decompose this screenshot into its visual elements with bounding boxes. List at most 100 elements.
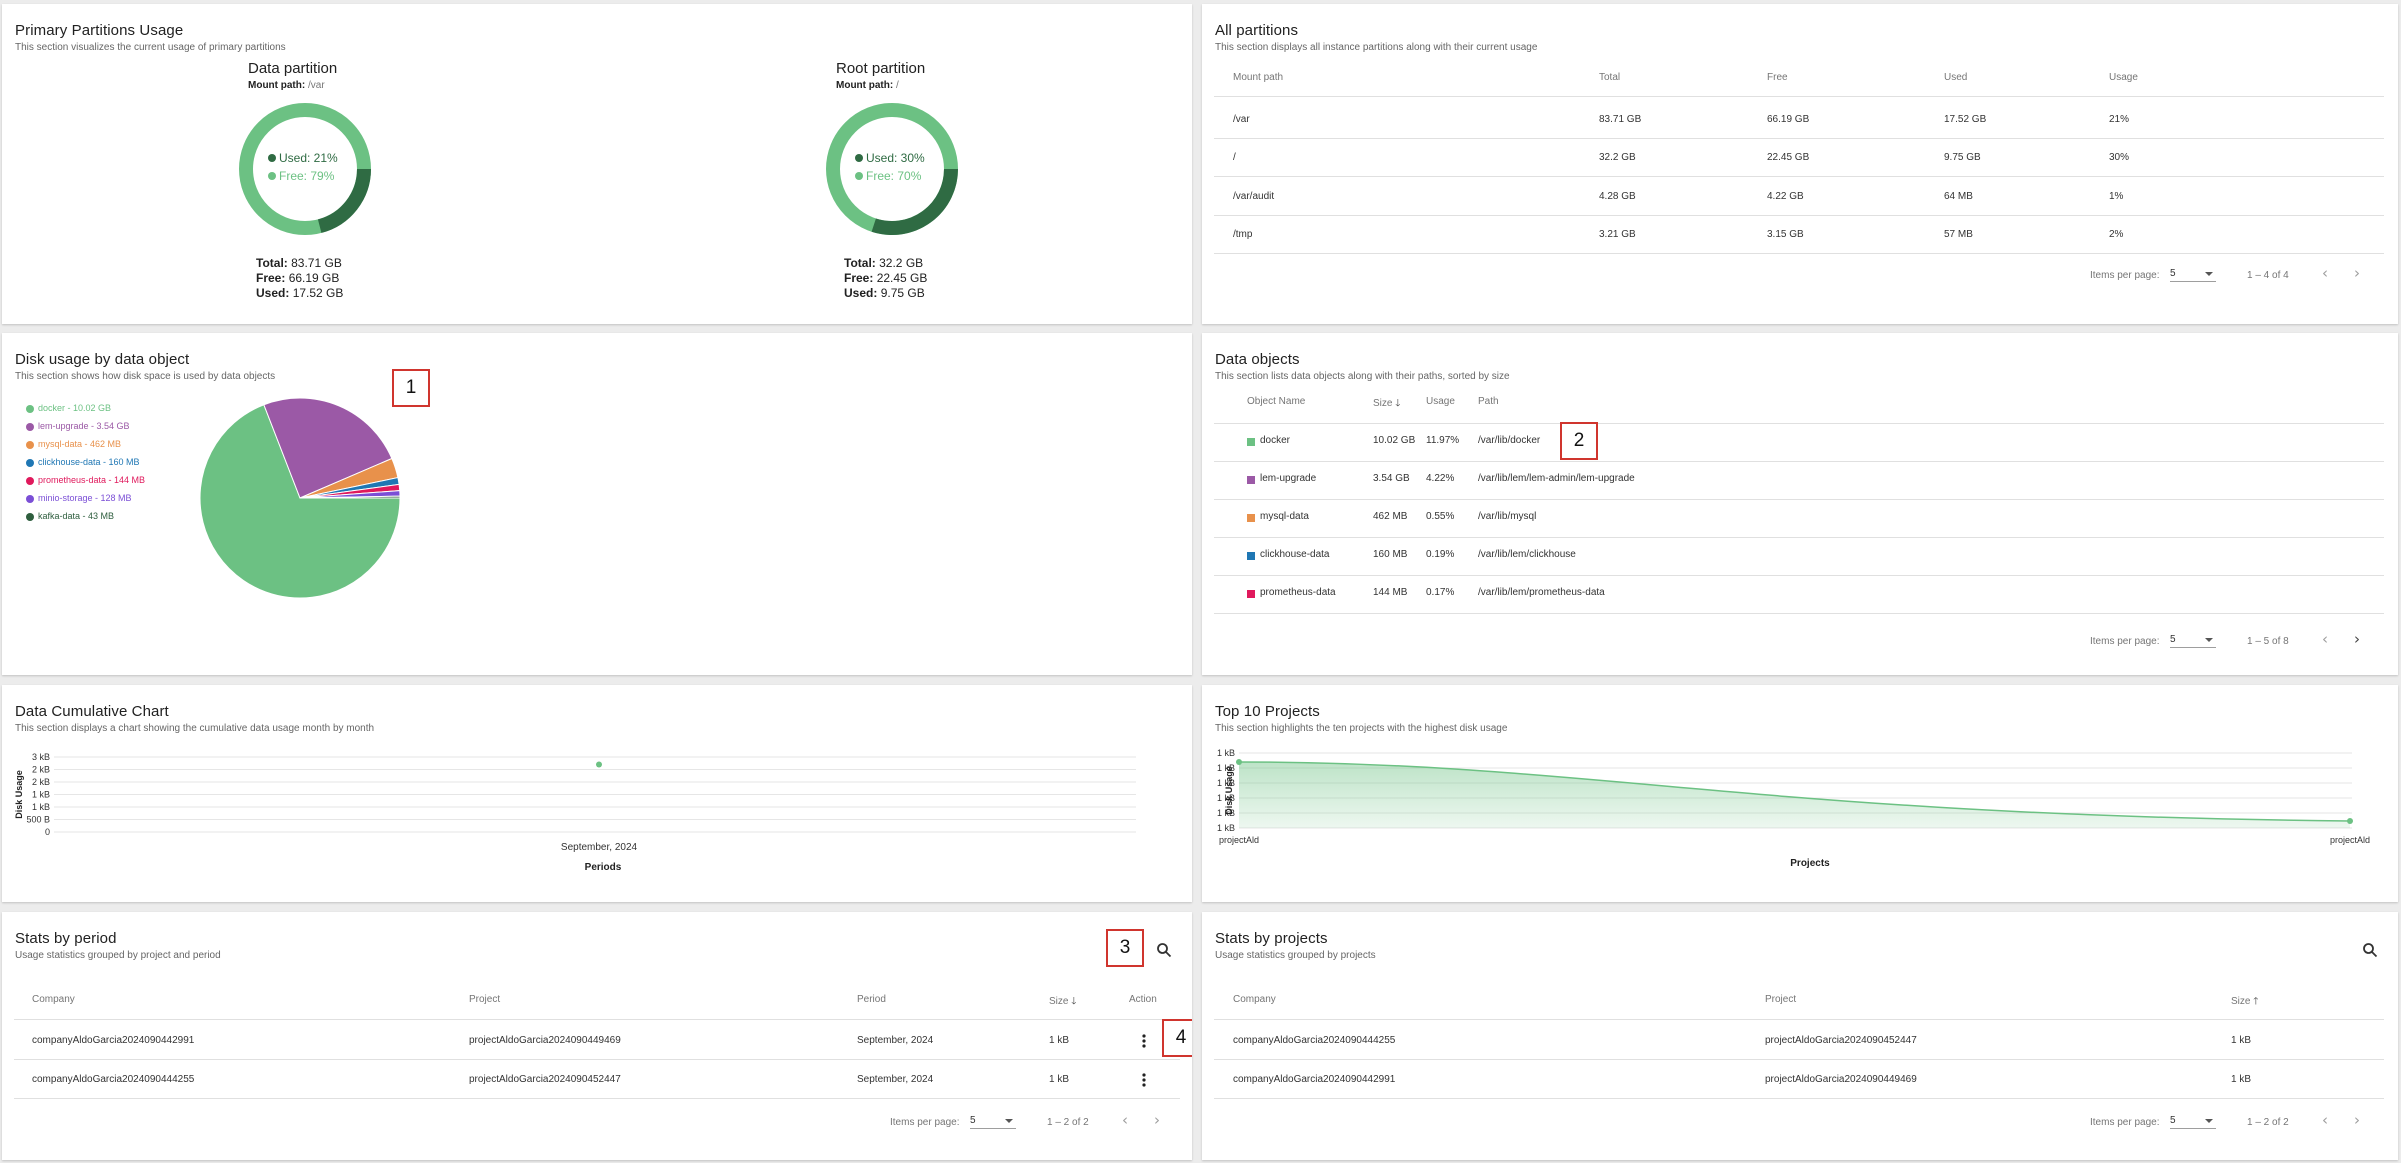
object-color-swatch xyxy=(1247,590,1255,598)
previous-page-icon[interactable]: ‹ xyxy=(2322,264,2328,282)
y-tick-label: 1 kB xyxy=(32,802,50,812)
card-title: Data objects xyxy=(1215,351,1300,368)
column-header[interactable]: Path xyxy=(1478,396,1499,407)
legend-dot xyxy=(26,423,34,431)
used-legend-dot xyxy=(268,154,276,162)
cell-usage: 0.17% xyxy=(1426,587,1455,598)
y-tick-label: 3 kB xyxy=(32,752,50,762)
column-header[interactable]: Size 🡓 xyxy=(1049,994,1076,1011)
cell-project: projectAldoGarcia2024090449469 xyxy=(469,1035,621,1046)
column-header[interactable]: Project xyxy=(469,994,500,1005)
column-header[interactable]: Object Name xyxy=(1247,396,1305,407)
dashboard: Primary Partitions Usage This section vi… xyxy=(0,0,2401,1163)
card-subtitle: This section shows how disk space is use… xyxy=(15,371,276,382)
previous-page-icon[interactable]: ‹ xyxy=(2322,1111,2328,1129)
data-point[interactable] xyxy=(1236,759,1242,765)
cell-company: companyAldoGarcia2024090444255 xyxy=(1233,1035,1396,1046)
column-header[interactable]: Project xyxy=(1765,994,1796,1005)
column-header[interactable]: Company xyxy=(1233,994,1276,1005)
cell-mount: /tmp xyxy=(1233,229,1253,240)
stats-by-projects-card: Stats by projects Usage statistics group… xyxy=(1202,912,2398,1160)
previous-page-icon[interactable]: ‹ xyxy=(1122,1111,1128,1129)
object-color-swatch xyxy=(1247,476,1255,484)
cell-period: September, 2024 xyxy=(857,1074,934,1085)
all-partitions-card: All partitions This section displays all… xyxy=(1202,4,2398,324)
items-per-page-label: Items per page: xyxy=(2090,270,2160,281)
pagination-range: 1 – 4 of 4 xyxy=(2247,270,2289,281)
card-title: Top 10 Projects xyxy=(1215,703,1320,720)
cell-size: 3.54 GB xyxy=(1373,473,1410,484)
next-page-icon[interactable]: › xyxy=(2354,630,2360,648)
column-header[interactable]: Size 🡓 xyxy=(1373,396,1400,413)
search-icon[interactable] xyxy=(2358,938,2382,962)
object-color-swatch xyxy=(1247,552,1255,560)
cell-path: /var/lib/docker xyxy=(1478,435,1541,446)
object-color-swatch xyxy=(1247,514,1255,522)
card-subtitle: This section displays a chart showing th… xyxy=(15,723,375,734)
y-tick-label: 1 kB xyxy=(1217,823,1235,833)
cell-company: companyAldoGarcia2024090442991 xyxy=(1233,1074,1396,1085)
card-subtitle: Usage statistics grouped by project and … xyxy=(15,950,221,961)
cell-total: 4.28 GB xyxy=(1599,191,1636,202)
next-page-icon[interactable]: › xyxy=(2354,264,2360,282)
root-partition-totals: Total: 32.2 GB Free: 22.45 GB Used: 9.75… xyxy=(844,256,928,300)
cell-size: 160 MB xyxy=(1373,549,1408,560)
data-point[interactable] xyxy=(596,761,602,768)
free-legend-dot xyxy=(268,172,276,180)
more-vert-icon[interactable] xyxy=(1132,1029,1156,1053)
y-tick-label: 2 kB xyxy=(32,765,50,775)
cell-path: /var/lib/mysql xyxy=(1478,511,1537,522)
legend-label: lem-upgrade - 3.54 GB xyxy=(38,421,130,431)
column-header[interactable]: Usage xyxy=(2109,72,2138,83)
column-header[interactable]: Total xyxy=(1599,72,1620,83)
legend-label: docker - 10.02 GB xyxy=(38,403,112,413)
legend-dot xyxy=(26,459,34,467)
items-per-page-select[interactable]: 5 xyxy=(2170,634,2216,648)
root-partition-title: Root partition xyxy=(836,60,926,77)
object-color-swatch xyxy=(1247,438,1255,446)
data-partition-mount: Mount path: /var xyxy=(248,80,325,91)
legend-label: minio-storage - 128 MB xyxy=(38,493,132,503)
items-per-page-select[interactable]: 5 xyxy=(2170,268,2216,282)
cell-free: 4.22 GB xyxy=(1767,191,1804,202)
column-header[interactable]: Company xyxy=(32,994,75,1005)
column-header[interactable]: Free xyxy=(1767,72,1788,83)
card-title: Disk usage by data object xyxy=(15,351,190,368)
x-tick-label: projectAld xyxy=(2330,835,2370,845)
used-legend-label: Used: 30% xyxy=(866,151,925,165)
cell-total: 32.2 GB xyxy=(1599,152,1636,163)
annotation-callout-1: 1 xyxy=(392,369,430,407)
data-point[interactable] xyxy=(2347,818,2353,824)
card-title: All partitions xyxy=(1215,22,1299,39)
previous-page-icon[interactable]: ‹ xyxy=(2322,630,2328,648)
y-tick-label: 2 kB xyxy=(32,777,50,787)
column-header[interactable]: Period xyxy=(857,994,886,1005)
legend-dot xyxy=(26,495,34,503)
data-partition-totals: Total: 83.71 GB Free: 66.19 GB Used: 17.… xyxy=(256,256,344,300)
items-per-page-select[interactable]: 5 xyxy=(970,1115,1016,1129)
annotation-callout-4: 4 xyxy=(1162,1019,1192,1057)
column-header[interactable]: Mount path xyxy=(1233,72,1283,83)
column-header[interactable]: Size 🡑 xyxy=(2231,994,2258,1011)
items-per-page-select[interactable]: 5 xyxy=(2170,1115,2216,1129)
cell-mount: /var/audit xyxy=(1233,191,1275,202)
pagination-range: 1 – 2 of 2 xyxy=(2247,1117,2289,1128)
used-legend-label: Used: 21% xyxy=(279,151,338,165)
column-header[interactable]: Usage xyxy=(1426,396,1455,407)
next-page-icon[interactable]: › xyxy=(1154,1111,1160,1129)
more-vert-icon[interactable] xyxy=(1132,1068,1156,1092)
y-tick-label: 0 xyxy=(45,827,50,837)
cell-free: 3.15 GB xyxy=(1767,229,1804,240)
column-header[interactable]: Used xyxy=(1944,72,1967,83)
pagination-range: 1 – 2 of 2 xyxy=(1047,1117,1089,1128)
stats-by-period-card: Stats by period Usage statistics grouped… xyxy=(2,912,1192,1160)
search-icon[interactable] xyxy=(1152,938,1176,962)
card-subtitle: This section displays all instance parti… xyxy=(1215,42,1538,53)
card-subtitle: Usage statistics grouped by projects xyxy=(1215,950,1376,961)
free-legend-dot xyxy=(855,172,863,180)
cell-project: projectAldoGarcia2024090449469 xyxy=(1765,1074,1917,1085)
cell-project: projectAldoGarcia2024090452447 xyxy=(1765,1035,1917,1046)
card-subtitle: This section visualizes the current usag… xyxy=(15,42,286,53)
next-page-icon[interactable]: › xyxy=(2354,1111,2360,1129)
items-per-page-label: Items per page: xyxy=(890,1117,960,1128)
